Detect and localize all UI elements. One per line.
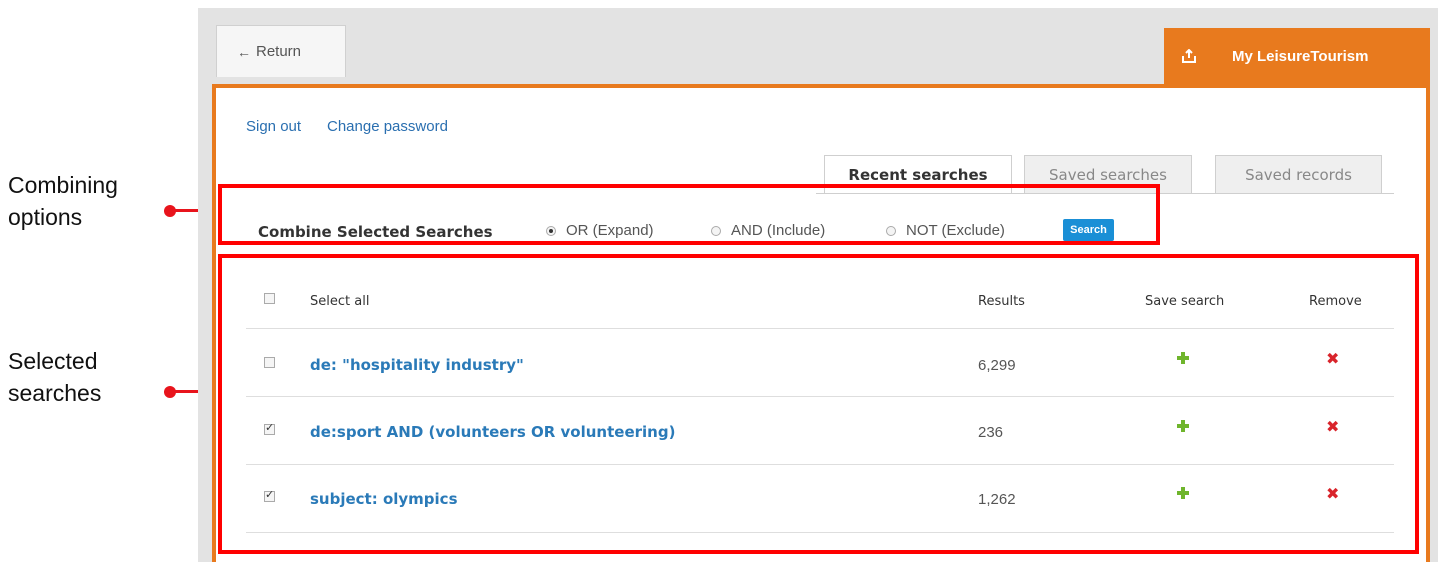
selected-searches-highlight xyxy=(218,254,1419,554)
annotation-line-1: Combining xyxy=(8,172,118,198)
combining-options-highlight xyxy=(218,184,1160,245)
annotation-line-2: searches xyxy=(8,380,102,406)
annotation-line-2: options xyxy=(8,204,83,230)
tab-saved-records[interactable]: Saved records xyxy=(1215,155,1382,193)
back-arrow-icon: ← xyxy=(237,43,251,60)
return-button[interactable]: ← Return xyxy=(216,25,346,77)
annotation-combining-options: Combining options xyxy=(8,169,118,233)
my-account-tab[interactable]: My LeisureTourism xyxy=(1164,28,1430,84)
annotation-line-1: Selected xyxy=(8,348,98,374)
export-icon xyxy=(1182,48,1196,63)
annotation-selected-searches: Selected searches xyxy=(8,345,101,409)
sign-out-link[interactable]: Sign out xyxy=(246,118,301,135)
my-account-label: My LeisureTourism xyxy=(1232,47,1369,65)
change-password-link[interactable]: Change password xyxy=(327,118,448,135)
return-label: Return xyxy=(256,43,302,60)
